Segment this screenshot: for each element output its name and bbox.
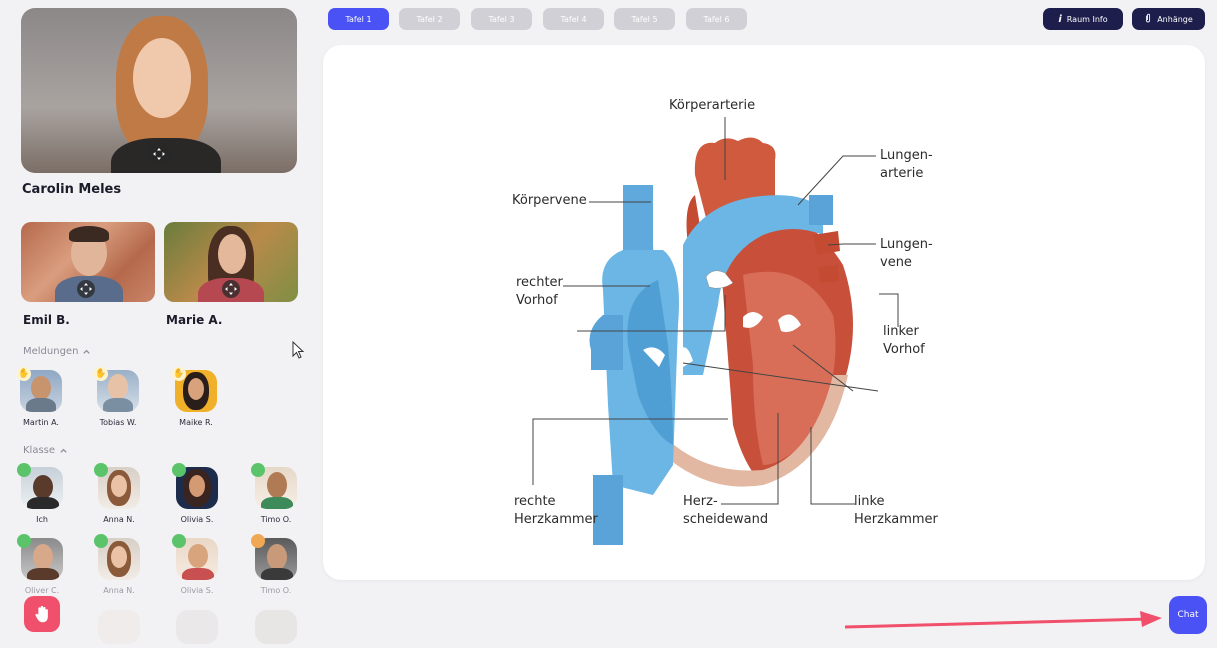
raised-hand-icon: ✋	[17, 367, 31, 381]
label-lungenarterie-2: arterie	[880, 166, 924, 181]
participant-video-emil[interactable]	[21, 222, 155, 302]
raised-hand-icon: ✋	[172, 367, 186, 381]
online-status	[94, 463, 108, 477]
move-video-icon[interactable]	[147, 142, 171, 166]
move-video-icon[interactable]	[77, 280, 95, 298]
avatar-body	[27, 568, 59, 580]
online-status	[17, 463, 31, 477]
room-info-label: Raum Info	[1066, 14, 1108, 24]
participant-face	[218, 234, 246, 274]
participant-name: Emil B.	[23, 313, 70, 327]
raise-hand-button[interactable]	[24, 596, 60, 632]
label-lungenvene-1: Lungen-	[880, 237, 933, 252]
heart-diagram	[532, 117, 899, 545]
avatar-name: Martin A.	[23, 418, 59, 427]
avatar-name: Anna N.	[103, 515, 135, 524]
avatar-face	[188, 378, 204, 400]
avatar-face	[267, 472, 287, 498]
avatar-body	[261, 568, 293, 580]
presenter-name: Carolin Meles	[22, 182, 122, 197]
class-section-toggle[interactable]: Klasse	[23, 445, 68, 456]
tab-tafel-3[interactable]: Tafel 3	[471, 8, 532, 30]
tab-tafel-4[interactable]: Tafel 4	[543, 8, 604, 30]
label-linke-herzkammer-2: Herzkammer	[854, 512, 938, 527]
whiteboard[interactable]: Körperarterie Lungen- arterie Körpervene…	[323, 45, 1205, 580]
avatar-face	[31, 376, 51, 400]
participant-hair	[69, 226, 109, 242]
avatar[interactable]	[176, 610, 218, 644]
avatar-body	[26, 398, 56, 412]
avatar-name: Maike R.	[179, 418, 213, 427]
avatar[interactable]	[255, 610, 297, 644]
info-icon: i	[1058, 13, 1062, 25]
avatar-face	[33, 475, 53, 499]
raised-hand-icon: ✋	[94, 367, 108, 381]
avatar-name: Tobias W.	[99, 418, 137, 427]
tab-tafel-6[interactable]: Tafel 6	[686, 8, 747, 30]
chat-button[interactable]: Chat	[1169, 596, 1207, 634]
label-herzscheidewand-1: Herz-	[683, 494, 718, 509]
avatar-face	[111, 546, 127, 568]
attachments-button[interactable]: Anhänge	[1132, 8, 1205, 30]
avatar-face	[267, 544, 287, 570]
paperclip-icon	[1144, 13, 1152, 25]
reports-section-toggle[interactable]: Meldungen	[23, 346, 91, 357]
label-koerperarterie: Körperarterie	[669, 98, 756, 113]
avatar-body	[182, 568, 214, 580]
participant-video-marie[interactable]	[164, 222, 298, 302]
online-status	[17, 534, 31, 548]
mouse-cursor-icon	[292, 340, 306, 361]
label-lungenvene-2: vene	[880, 255, 912, 270]
avatar-face	[33, 544, 53, 570]
avatar-face	[189, 475, 205, 497]
label-linke-herzkammer-1: linke	[854, 494, 885, 509]
online-status	[172, 534, 186, 548]
avatar-body	[103, 398, 133, 412]
avatar-face	[111, 475, 127, 497]
label-linker-vorhof-1: linker	[883, 324, 919, 339]
avatar-body	[27, 497, 59, 509]
avatar-name: Timo O.	[260, 586, 292, 595]
presenter-video[interactable]	[21, 8, 297, 173]
avatar-name: Oliver C.	[24, 586, 60, 595]
room-info-button[interactable]: i Raum Info	[1043, 8, 1123, 30]
label-lungenarterie-1: Lungen-	[880, 148, 933, 163]
annotation-arrow	[844, 611, 1162, 629]
away-status	[251, 534, 265, 548]
move-video-icon[interactable]	[222, 280, 240, 298]
attachments-label: Anhänge	[1157, 14, 1193, 24]
tab-tafel-2[interactable]: Tafel 2	[399, 8, 460, 30]
avatar[interactable]	[98, 610, 140, 644]
section-label: Meldungen	[23, 346, 79, 357]
online-status	[94, 534, 108, 548]
label-koerpervene: Körpervene	[512, 193, 587, 208]
avatar-name: Anna N.	[103, 586, 135, 595]
label-rechter-vorhof-1: rechter	[516, 275, 563, 290]
label-linker-vorhof-2: Vorhof	[883, 342, 925, 357]
online-status	[172, 463, 186, 477]
classroom-app: Carolin Meles Emil B. Marie A. Meldungen	[0, 0, 1217, 648]
avatar-face	[108, 374, 128, 400]
avatar-body	[261, 497, 293, 509]
chevron-up-icon	[83, 349, 91, 354]
tab-tafel-5[interactable]: Tafel 5	[614, 8, 675, 30]
tab-tafel-1[interactable]: Tafel 1	[328, 8, 389, 30]
online-status	[251, 463, 265, 477]
label-rechter-vorhof-2: Vorhof	[516, 293, 558, 308]
avatar-name: Ich	[36, 515, 48, 524]
label-rechte-herzkammer-2: Herzkammer	[514, 512, 598, 527]
hand-icon	[35, 605, 48, 623]
label-rechte-herzkammer-1: rechte	[514, 494, 556, 509]
section-label: Klasse	[23, 445, 56, 456]
avatar-name: Timo O.	[260, 515, 292, 524]
label-herzscheidewand-2: scheidewand	[683, 512, 769, 527]
chevron-up-icon	[60, 448, 67, 453]
avatar-face	[188, 544, 208, 568]
avatar-name: Olivia S.	[180, 586, 214, 595]
avatar-name: Olivia S.	[180, 515, 214, 524]
presenter-face	[133, 38, 191, 118]
participant-name: Marie A.	[166, 313, 223, 327]
participants-sidebar: Carolin Meles Emil B. Marie A. Meldungen	[0, 0, 310, 648]
